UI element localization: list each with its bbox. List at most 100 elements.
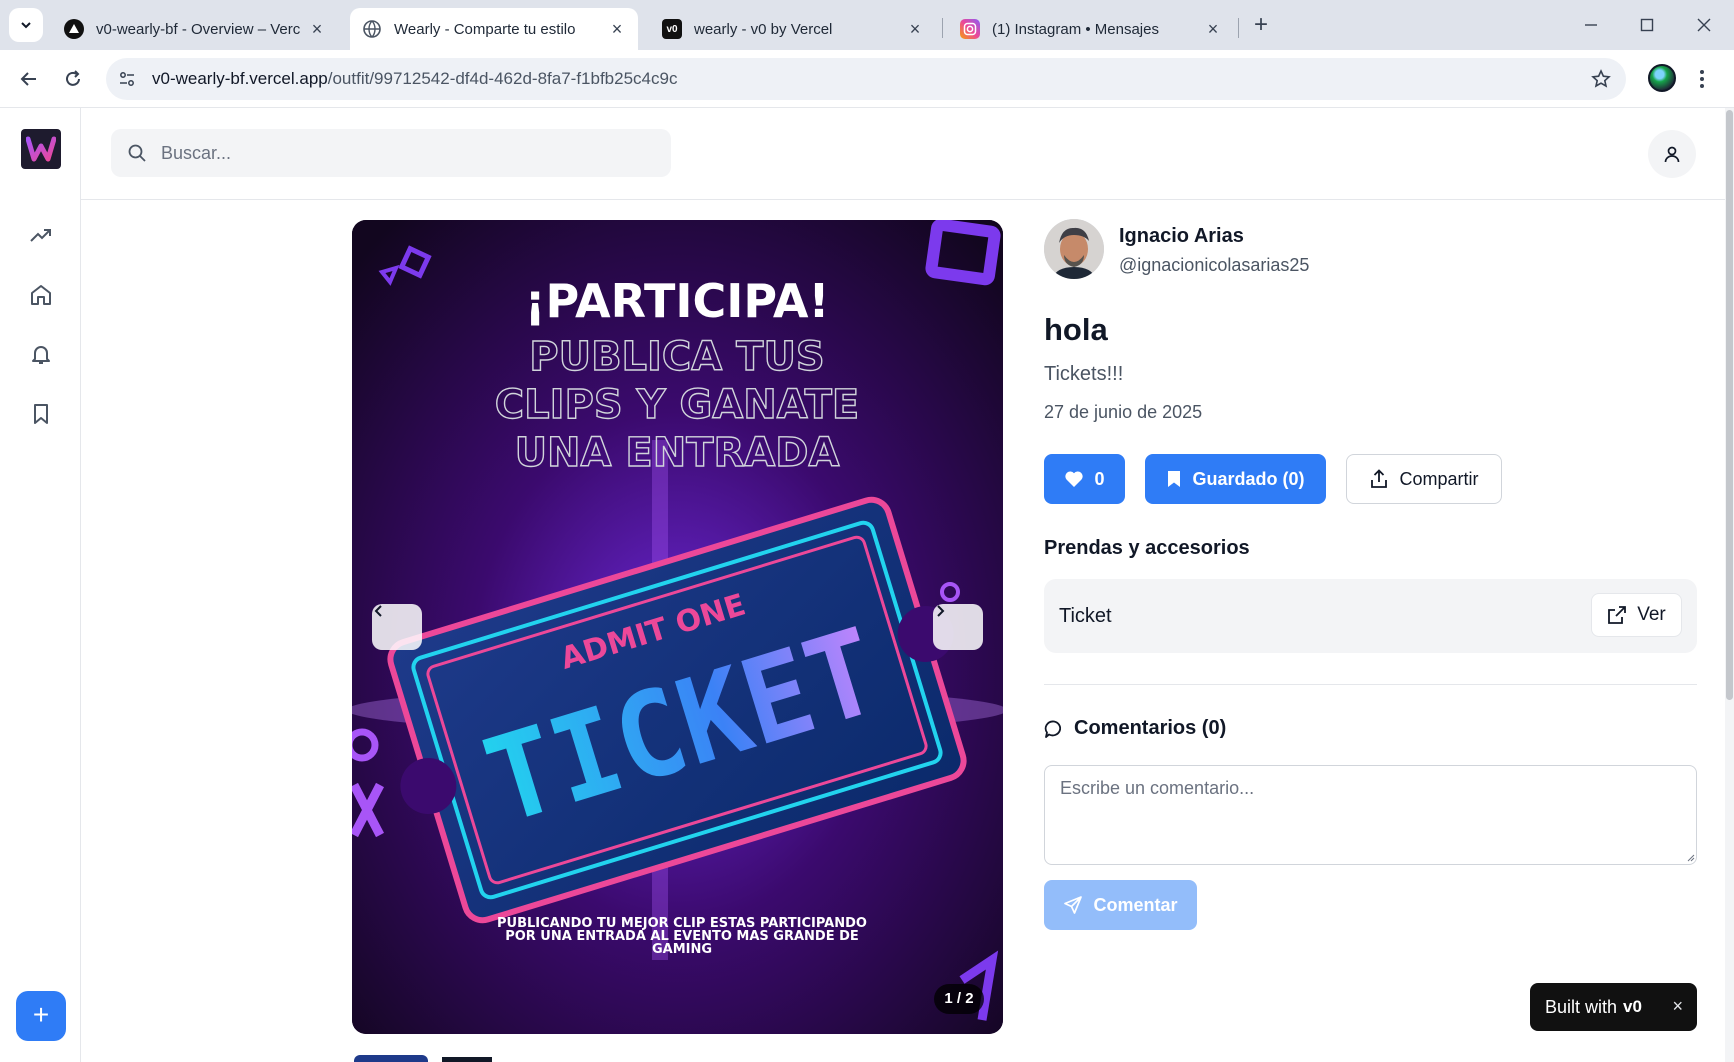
url-path: /outfit/99712542-df4d-462d-8fa7-f1bfb25c… <box>327 69 678 88</box>
image-outline-line-2: CLIPS Y GANATE <box>495 382 859 428</box>
plus-icon: + <box>32 999 50 1030</box>
post-image-carousel: ¡PARTICIPA! PUBLICA TUS CLIPS Y GANATE U… <box>352 220 1003 1034</box>
built-with-text: Built with <box>1545 996 1618 1017</box>
tab-separator <box>942 18 943 38</box>
save-label: Guardado (0) <box>1192 468 1305 489</box>
new-tab-button[interactable]: + <box>1247 12 1275 40</box>
arrow-left-icon <box>20 72 36 86</box>
heart-icon <box>1065 471 1084 487</box>
bookmark-filled-icon <box>1168 471 1181 487</box>
close-icon[interactable]: × <box>1672 996 1683 1017</box>
view-item-label: Ver <box>1637 604 1666 625</box>
view-item-button[interactable]: Ver <box>1591 593 1682 637</box>
item-card: Ticket Ver <box>1044 579 1697 653</box>
close-tab-icon[interactable]: × <box>308 20 326 38</box>
tab-title: wearly - v0 by Vercel <box>694 20 833 38</box>
image-outline-line-1: PUBLICA TUS <box>529 334 824 380</box>
image-footer-line-3: GAMING <box>652 942 712 957</box>
section-divider <box>1044 684 1697 685</box>
search-icon <box>128 144 146 162</box>
maximize-button[interactable] <box>1632 10 1662 40</box>
url-host: v0-wearly-bf.vercel.app <box>152 69 328 88</box>
v0-icon: v0 <box>662 19 682 39</box>
carousel-counter: 1 / 2 <box>934 984 984 1014</box>
tab-wearly[interactable]: Wearly - Comparte tu estilo × <box>350 8 638 50</box>
author-avatar[interactable] <box>1044 219 1104 279</box>
carousel-prev-button[interactable] <box>372 604 422 650</box>
carousel-next-button[interactable] <box>933 604 983 650</box>
built-with-v0-badge[interactable]: Built with v0 × <box>1530 983 1697 1031</box>
share-label: Compartir <box>1399 468 1479 489</box>
page-scrollbar[interactable] <box>1725 108 1734 1062</box>
resize-grip-icon[interactable] <box>1685 852 1695 862</box>
maximize-icon <box>1640 18 1654 32</box>
item-name: Ticket <box>1059 605 1112 627</box>
comment-input[interactable] <box>1044 765 1697 865</box>
instagram-icon <box>960 19 980 39</box>
post-date: 27 de junio de 2025 <box>1044 402 1203 422</box>
post-title: hola <box>1044 312 1108 347</box>
create-post-button[interactable]: + <box>16 991 66 1041</box>
search-bar <box>111 129 671 177</box>
minimize-button[interactable] <box>1576 10 1606 40</box>
user-profile-button[interactable] <box>1648 130 1696 178</box>
bell-icon[interactable] <box>26 339 56 369</box>
address-bar[interactable]: v0-wearly-bf.vercel.app/outfit/99712542-… <box>106 58 1626 100</box>
browser-tab-bar: v0-wearly-bf - Overview – Vercel × Wearl… <box>0 0 1734 50</box>
close-window-button[interactable] <box>1689 10 1719 40</box>
chevron-left-icon <box>374 605 382 617</box>
chevron-down-icon <box>21 22 31 29</box>
bookmark-star-icon[interactable] <box>1590 68 1612 90</box>
app-header <box>81 108 1734 200</box>
trending-icon[interactable] <box>26 221 56 251</box>
send-icon <box>1064 896 1083 914</box>
v0-logo: v0 <box>1623 997 1642 1016</box>
scrollbar-thumb[interactable] <box>1726 110 1733 700</box>
tab-title: v0-wearly-bf - Overview – Vercel <box>96 20 300 38</box>
author-name[interactable]: Ignacio Arias <box>1119 225 1244 248</box>
reload-button[interactable] <box>58 64 88 94</box>
url-text[interactable]: v0-wearly-bf.vercel.app/outfit/99712542-… <box>152 69 677 89</box>
external-link-icon <box>1608 606 1627 624</box>
close-tab-icon[interactable]: × <box>608 20 626 38</box>
user-icon <box>1664 146 1680 163</box>
profile-avatar[interactable] <box>1648 64 1676 92</box>
author-handle[interactable]: @ignacionicolasarias25 <box>1119 255 1309 276</box>
tab-v0[interactable]: v0 wearly - v0 by Vercel × <box>650 8 936 50</box>
browser-menu-button[interactable] <box>1692 64 1712 94</box>
tab-separator <box>1238 18 1239 38</box>
post-description: Tickets!!! <box>1044 363 1124 385</box>
bookmark-icon[interactable] <box>26 399 56 429</box>
comment-bubble-icon <box>1044 720 1062 738</box>
save-button[interactable]: Guardado (0) <box>1145 454 1326 504</box>
minimize-icon <box>1585 24 1597 26</box>
comments-title: Comentarios (0) <box>1044 717 1226 740</box>
items-section-title: Prendas y accesorios <box>1044 537 1250 559</box>
tab-vercel-overview[interactable]: v0-wearly-bf - Overview – Vercel × <box>52 8 338 50</box>
back-button[interactable] <box>14 64 44 94</box>
globe-icon <box>362 19 382 39</box>
tab-instagram[interactable]: (1) Instagram • Mensajes × <box>948 8 1234 50</box>
tab-search-button[interactable] <box>9 8 43 42</box>
search-input[interactable] <box>161 129 651 177</box>
tab-title: (1) Instagram • Mensajes <box>992 20 1159 38</box>
browser-toolbar: v0-wearly-bf.vercel.app/outfit/99712542-… <box>0 50 1734 108</box>
home-icon[interactable] <box>26 280 56 310</box>
submit-comment-button[interactable]: Comentar <box>1044 880 1197 930</box>
image-headline: ¡PARTICIPA! <box>525 274 830 328</box>
tab-title: Wearly - Comparte tu estilo <box>394 20 576 38</box>
image-outline-line-3: UNA ENTRADA <box>515 430 840 476</box>
close-tab-icon[interactable]: × <box>1204 20 1222 38</box>
like-button[interactable]: 0 <box>1044 454 1125 504</box>
share-icon <box>1371 469 1388 488</box>
close-tab-icon[interactable]: × <box>906 20 924 38</box>
site-info-icon[interactable] <box>116 68 138 90</box>
thumbnail-strip[interactable] <box>352 1050 552 1062</box>
app-sidebar: + <box>0 108 81 1062</box>
submit-comment-label: Comentar <box>1093 894 1178 915</box>
kebab-menu-icon <box>1700 70 1704 88</box>
post-image: ¡PARTICIPA! PUBLICA TUS CLIPS Y GANATE U… <box>352 220 1003 1034</box>
vercel-triangle-icon <box>64 19 84 39</box>
wearly-logo[interactable] <box>21 129 61 169</box>
share-button[interactable]: Compartir <box>1346 454 1502 504</box>
